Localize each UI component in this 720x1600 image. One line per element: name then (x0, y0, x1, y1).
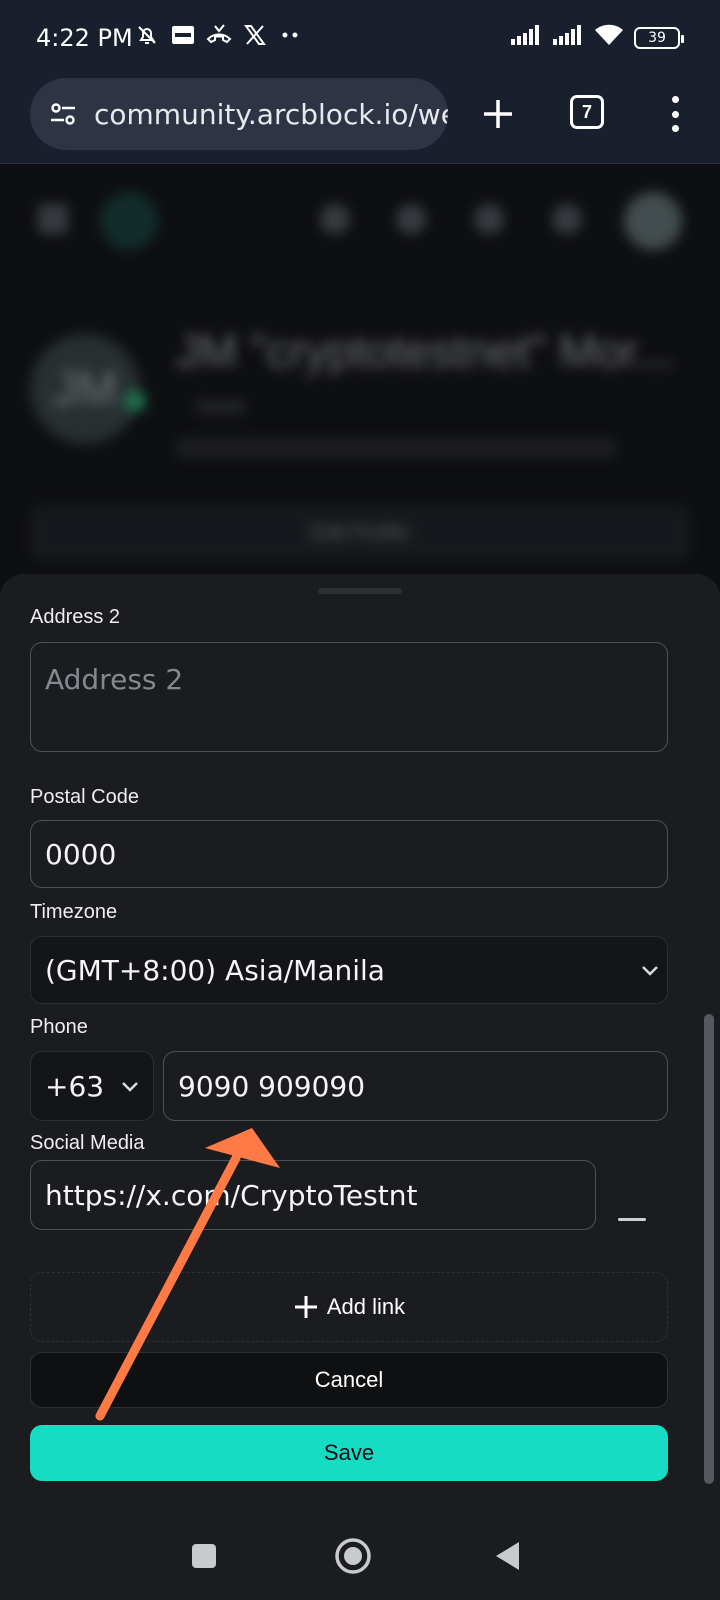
recents-button[interactable] (184, 1536, 224, 1576)
remove-link-button[interactable] (618, 1218, 646, 1221)
bell-icon (320, 204, 350, 234)
address2-label: Address 2 (30, 606, 121, 628)
system-nav-bar (0, 1512, 720, 1600)
postal-code-label: Postal Code (30, 786, 139, 808)
menu-icon (38, 204, 68, 234)
status-time: 4:22 PM (36, 24, 133, 52)
sheet-drag-handle[interactable] (318, 588, 402, 594)
apps-icon (552, 204, 582, 234)
country-code-select[interactable]: +63 (30, 1051, 154, 1121)
phone-number-input[interactable]: 9090 909090 (163, 1051, 668, 1121)
timezone-label: Timezone (30, 901, 118, 923)
chevron-down-icon (642, 966, 658, 976)
add-link-button[interactable]: Add link (30, 1272, 668, 1342)
profile-name: JM "cryptotestnet" Mor... (176, 325, 674, 377)
logo-icon (100, 192, 158, 250)
social-media-input[interactable]: https://x.com/CryptoTestnt (30, 1160, 596, 1230)
postal-code-input[interactable]: 0000 (30, 820, 668, 888)
timezone-value: (GMT+8:00) Asia/Manila (45, 953, 385, 987)
back-triangle-icon (496, 1542, 519, 1570)
scrollbar[interactable] (704, 1014, 714, 1484)
social-media-label: Social Media (30, 1132, 145, 1154)
battery-icon: 39 (634, 26, 684, 49)
dot (671, 125, 679, 132)
save-button[interactable]: Save (30, 1425, 668, 1481)
back-button[interactable] (488, 1536, 528, 1576)
phone-label: Phone (30, 1016, 88, 1038)
country-code-value: +63 (45, 1069, 105, 1103)
home-button[interactable] (333, 1536, 373, 1576)
wifi-icon (594, 24, 624, 51)
browser-menu-button[interactable] (660, 94, 690, 134)
missed-call-icon (206, 22, 232, 48)
user-avatar (624, 192, 682, 250)
more-dots-icon (278, 22, 304, 48)
new-tab-button[interactable] (476, 92, 520, 136)
plus-icon (294, 1296, 317, 1318)
notification-icons (134, 22, 304, 48)
profile-subtitle: Guest (196, 396, 245, 416)
system-icons: 39 (510, 24, 684, 51)
profile-avatar: JM (30, 334, 140, 444)
browser-toolbar: community.arcblock.io/web 7 (0, 78, 720, 164)
edit-profile-button: Edit Profile (30, 506, 690, 560)
timezone-select[interactable]: (GMT+8:00) Asia/Manila (30, 936, 668, 1004)
address2-input[interactable]: Address 2 (30, 642, 668, 752)
plus-icon (474, 204, 504, 234)
signal-icon (510, 24, 542, 51)
cancel-button[interactable]: Cancel (30, 1352, 668, 1408)
tab-switcher-button[interactable]: 7 (570, 95, 604, 129)
home-circle-icon (335, 1538, 371, 1574)
background-page: JM JM "cryptotestnet" Mor... Guest Edit … (0, 164, 720, 604)
url-bar[interactable]: community.arcblock.io/web (30, 78, 448, 150)
mute-bell-icon (134, 22, 160, 48)
background-blur: JM JM "cryptotestnet" Mor... Guest Edit … (0, 164, 720, 604)
dot (671, 110, 679, 118)
status-bar: 4:22 PM 39 (0, 0, 720, 78)
x-logo-icon (242, 22, 268, 48)
add-link-label: Add link (326, 1294, 406, 1319)
signal-icon (552, 24, 584, 51)
edit-profile-sheet: Address 2 Address 2 Postal Code 0000 Tim… (0, 574, 720, 1512)
url-text: community.arcblock.io/web (94, 97, 448, 131)
site-settings-icon[interactable] (48, 99, 78, 129)
globe-icon (396, 204, 426, 234)
dot (671, 96, 679, 103)
bybit-icon (170, 22, 196, 48)
online-status-dot (124, 390, 146, 412)
square-icon (192, 1544, 216, 1568)
profile-stats (176, 438, 616, 458)
chevron-down-icon (122, 1082, 138, 1092)
